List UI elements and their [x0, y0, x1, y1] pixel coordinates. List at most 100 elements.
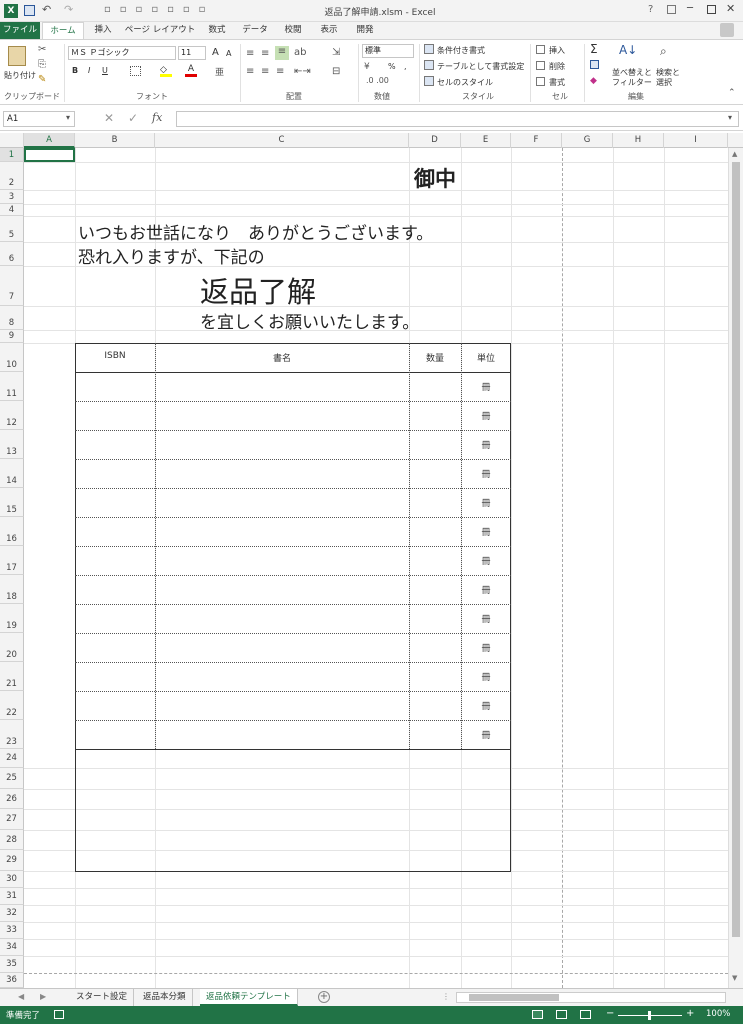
- cut-icon[interactable]: ✂: [38, 44, 46, 55]
- tab-formulas[interactable]: 数式: [200, 22, 234, 39]
- vertical-scrollbar[interactable]: ▲ ▼: [728, 148, 743, 988]
- number-format-combo[interactable]: 標準: [362, 44, 414, 58]
- clear-icon[interactable]: ◆: [590, 76, 597, 86]
- help-button[interactable]: ?: [648, 4, 653, 15]
- row-header[interactable]: 19: [0, 604, 24, 633]
- zoom-level[interactable]: 100%: [706, 1009, 730, 1019]
- row-header[interactable]: 26: [0, 789, 24, 809]
- zoom-slider[interactable]: [618, 1011, 682, 1020]
- ribbon-options-icon[interactable]: [667, 5, 676, 14]
- page-break-view-icon[interactable]: [580, 1010, 591, 1019]
- shrink-font-button[interactable]: A: [226, 49, 231, 58]
- wrap-text-icon[interactable]: ⇲: [332, 47, 340, 58]
- align-middle-icon[interactable]: ≡: [261, 48, 269, 59]
- column-header[interactable]: G: [562, 133, 613, 148]
- row-header[interactable]: 31: [0, 888, 24, 905]
- row-header[interactable]: 24: [0, 749, 24, 768]
- conditional-format-icon[interactable]: [424, 44, 434, 54]
- column-header[interactable]: C: [155, 133, 409, 148]
- align-center-icon[interactable]: ≡: [261, 66, 269, 77]
- row-header[interactable]: 11: [0, 372, 24, 401]
- font-size-combo[interactable]: 11: [178, 46, 206, 60]
- undo-icon[interactable]: ↶: [42, 3, 51, 16]
- column-header[interactable]: F: [511, 133, 562, 148]
- italic-button[interactable]: I: [88, 66, 90, 75]
- column-header[interactable]: D: [409, 133, 461, 148]
- row-header[interactable]: 13: [0, 430, 24, 459]
- format-painter-icon[interactable]: ✎: [38, 74, 46, 85]
- sheet-tab-active[interactable]: 返品依頼テンプレート: [200, 989, 298, 1006]
- macro-record-icon[interactable]: [54, 1010, 64, 1019]
- format-cells-icon[interactable]: [536, 77, 545, 86]
- redo-icon[interactable]: ↷: [64, 3, 73, 16]
- account-avatar[interactable]: [720, 23, 734, 37]
- row-header[interactable]: 28: [0, 830, 24, 850]
- zoom-out-icon[interactable]: −: [606, 1008, 614, 1019]
- select-all-corner[interactable]: [0, 133, 24, 148]
- row-header[interactable]: 32: [0, 905, 24, 922]
- row-header[interactable]: 29: [0, 850, 24, 871]
- row-header[interactable]: 18: [0, 575, 24, 604]
- decimal-icons[interactable]: .0 .00: [366, 76, 389, 85]
- cell-styles-button[interactable]: セルのスタイル: [437, 77, 493, 88]
- comma-button[interactable]: ,: [404, 62, 407, 71]
- tab-home[interactable]: ホーム: [42, 22, 84, 39]
- name-box[interactable]: A1: [3, 111, 75, 127]
- column-header[interactable]: E: [461, 133, 511, 148]
- tab-review[interactable]: 校閲: [276, 22, 310, 39]
- autosum-button[interactable]: Σ: [590, 42, 598, 56]
- insert-cells-icon[interactable]: [536, 45, 545, 54]
- horizontal-scroll-thumb[interactable]: [469, 994, 559, 1001]
- row-header[interactable]: 9: [0, 330, 24, 343]
- row-header[interactable]: 1: [0, 148, 24, 162]
- row-header[interactable]: 30: [0, 871, 24, 888]
- cell-styles-icon[interactable]: [424, 76, 434, 86]
- row-header[interactable]: 22: [0, 691, 24, 720]
- row-header[interactable]: 10: [0, 343, 24, 372]
- zoom-slider-thumb[interactable]: [648, 1011, 651, 1020]
- row-header[interactable]: 27: [0, 809, 24, 830]
- save-icon[interactable]: [24, 5, 35, 16]
- paste-icon[interactable]: [8, 46, 26, 66]
- row-header[interactable]: 20: [0, 633, 24, 662]
- row-header[interactable]: 36: [0, 973, 24, 988]
- indent-icon[interactable]: ⇤⇥: [294, 66, 311, 77]
- zoom-in-icon[interactable]: +: [686, 1008, 694, 1019]
- merge-center-icon[interactable]: ⊟: [332, 66, 340, 77]
- grow-font-button[interactable]: A: [212, 47, 219, 58]
- insert-cells-button[interactable]: 挿入: [549, 45, 565, 56]
- underline-button[interactable]: U: [102, 66, 108, 75]
- insert-function-button[interactable]: fx: [152, 111, 162, 124]
- tab-page-layout[interactable]: ページ レイアウト: [122, 22, 198, 39]
- delete-cells-button[interactable]: 削除: [549, 61, 565, 72]
- conditional-format-button[interactable]: 条件付き書式: [437, 45, 485, 56]
- sheet-tab[interactable]: 返品本分類: [137, 989, 193, 1006]
- quick-access-icons[interactable]: ▫▫▫▫▫▫▫: [104, 4, 214, 15]
- cancel-icon[interactable]: ✕: [104, 111, 114, 125]
- orientation-icon[interactable]: ab: [294, 47, 306, 58]
- fill-color-icon[interactable]: ◇: [160, 65, 172, 77]
- row-header[interactable]: 7: [0, 266, 24, 306]
- sort-filter-button[interactable]: 並べ替えと フィルター: [612, 68, 656, 88]
- row-header[interactable]: 12: [0, 401, 24, 430]
- tab-insert[interactable]: 挿入: [86, 22, 120, 39]
- paste-button[interactable]: 貼り付け: [4, 70, 36, 81]
- horizontal-scrollbar[interactable]: [456, 992, 726, 1003]
- scroll-down-icon[interactable]: ▼: [732, 974, 737, 982]
- collapse-ribbon-icon[interactable]: ⌃: [728, 88, 736, 98]
- tab-file[interactable]: ファイル: [0, 22, 40, 39]
- tab-view[interactable]: 表示: [312, 22, 346, 39]
- row-header[interactable]: 33: [0, 922, 24, 939]
- row-header[interactable]: 4: [0, 204, 24, 216]
- align-bottom-icon[interactable]: ≡: [275, 46, 289, 60]
- enter-icon[interactable]: ✓: [128, 111, 138, 125]
- row-header[interactable]: 15: [0, 488, 24, 517]
- scroll-thumb[interactable]: [732, 162, 740, 937]
- name-box-dropdown-icon[interactable]: ▾: [66, 113, 70, 122]
- row-header[interactable]: 23: [0, 720, 24, 749]
- currency-icon[interactable]: ¥: [364, 62, 370, 72]
- format-cells-button[interactable]: 書式: [549, 77, 565, 88]
- phonetic-icon[interactable]: 亜: [215, 65, 224, 78]
- row-header[interactable]: 6: [0, 242, 24, 266]
- row-header[interactable]: 34: [0, 939, 24, 956]
